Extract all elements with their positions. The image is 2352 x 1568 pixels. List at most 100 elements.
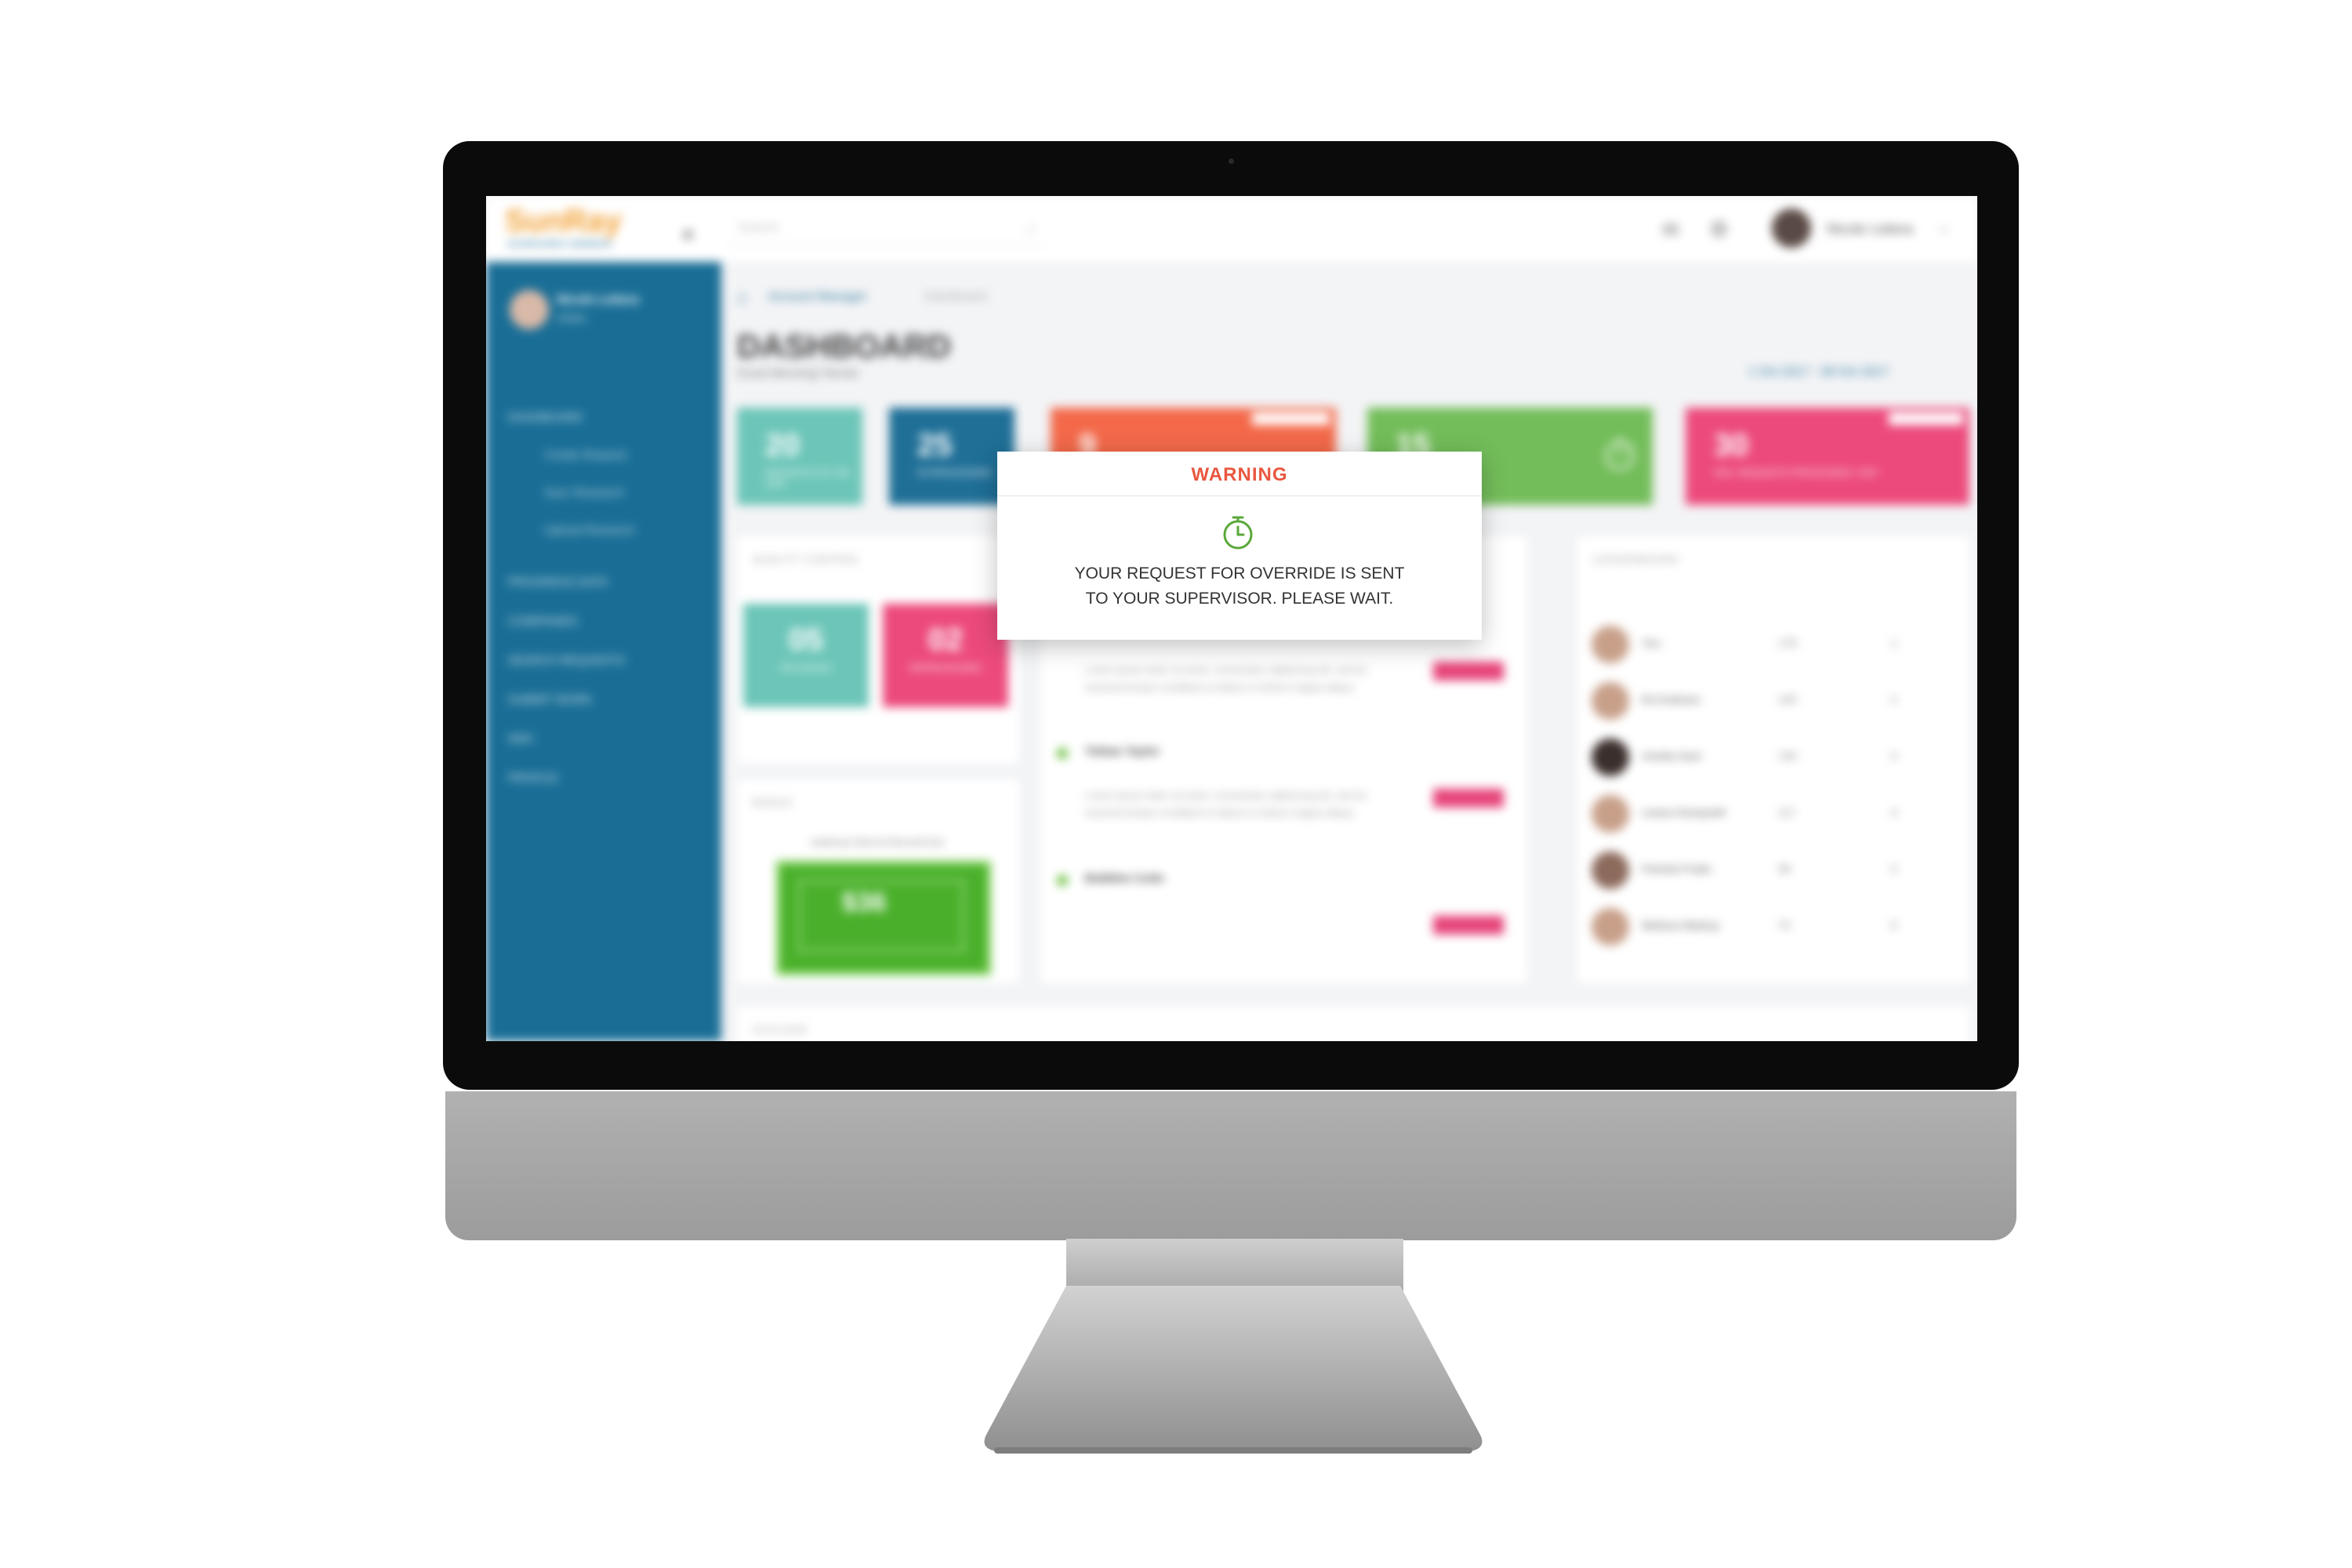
activity-dot — [1057, 875, 1068, 886]
leaderboard-name: Leesa Honeywell — [1642, 806, 1726, 818]
activity-name[interactable]: Tobias Taylor — [1085, 745, 1160, 758]
avatar — [1592, 851, 1629, 889]
breadcrumb-item: Dashboard — [925, 290, 987, 303]
avatar — [1592, 795, 1629, 833]
panel-title: BONUS — [753, 797, 793, 808]
stat-card[interactable]: 20 REQUESTS IN THE QUE — [737, 408, 862, 505]
activity-text: Lorem ipsum dolor sit amet, consectetur … — [1085, 789, 1367, 818]
sidebar-user-name: Nicole Leitera — [557, 293, 639, 307]
stopwatch-icon — [1223, 516, 1253, 550]
chevron-down-icon[interactable]: ⌄ — [1936, 216, 1951, 237]
sidebar-item-submit-work[interactable]: SUBMIT WORK — [508, 693, 592, 706]
qc-card[interactable]: 02 REPROCESSED — [883, 604, 1008, 707]
panel-title: QUALITY CONTROL — [753, 554, 861, 565]
stat-label: REQUESTS IN THE QUE — [765, 467, 851, 489]
stat-value: 20 — [765, 428, 800, 463]
modal-header: WARNING — [997, 452, 1482, 496]
search-icon[interactable]: ⌕ — [1027, 218, 1036, 238]
qc-label: REPROCESSED — [909, 662, 982, 673]
leaderboard-rank: 2 — [1891, 693, 1897, 706]
qc-card[interactable]: 05 REVISIONS — [743, 604, 869, 707]
activity-dot — [1057, 748, 1068, 759]
stat-label: AVG. REQUESTS PROCESSED / DAY — [1714, 467, 1878, 478]
user-name[interactable]: Nicole Leitera — [1827, 221, 1913, 238]
leaderboard-row[interactable]: Ed Andrews 145 2 — [1577, 674, 1969, 729]
modal-message-line: TO YOUR SUPERVISOR. PLEASE WAIT. — [1085, 590, 1394, 608]
leaderboard-points: 98 — [1778, 862, 1791, 875]
sidebar-item-progress-data[interactable]: PROGRESS DATA — [508, 575, 608, 589]
avatar — [1592, 739, 1629, 776]
search-input[interactable]: Search ⌕ — [729, 212, 1043, 246]
stat-tag: OUTSTANDING — [1888, 412, 1963, 425]
sidebar-item-wiki[interactable]: WIKI — [508, 732, 534, 746]
quality-control-panel: QUALITY CONTROL 05 REVISIONS 02 REPROCES… — [737, 536, 1019, 764]
leaderboard-name: Pamela Prado — [1642, 862, 1711, 875]
app-logo-tagline: construction solutions — [506, 237, 612, 249]
stat-card[interactable]: 25 IN PROCESSING — [889, 408, 1014, 505]
screen: SunRay construction solutions ≡ Search ⌕… — [486, 196, 1977, 1041]
sidebar-item-profile[interactable]: PROFILE — [508, 771, 558, 785]
sidebar-user-status: Online — [557, 312, 586, 324]
greeting-text: Good Morning! Nicole — [737, 367, 858, 380]
leaderboard-row[interactable]: Melissa Madrup 70 6 — [1577, 900, 1969, 955]
menu-toggle-icon[interactable]: ≡ — [682, 223, 694, 247]
qc-value: 02 — [927, 622, 964, 657]
modal-message-line: YOUR REQUEST FOR OVERRIDE IS SENT — [1074, 564, 1405, 583]
leaderboard-row[interactable]: Leesa Honeywell 117 4 — [1577, 787, 1969, 842]
activity-badge[interactable] — [1433, 916, 1504, 935]
panel-title: OUTLOOK — [753, 1024, 808, 1036]
stat-label: IN PROCESSING — [917, 467, 993, 478]
leaderboard-points: 117 — [1778, 806, 1796, 818]
bonus-panel: BONUS EARN $1 PER EXTRA NOTICE $36 — [737, 779, 1019, 983]
sidebar-item-dashboard[interactable]: DASHBOARD — [508, 411, 583, 424]
stopwatch-icon: ⏱ — [1602, 430, 1637, 480]
leaderboard-rank: 1 — [1891, 637, 1897, 649]
mail-icon[interactable]: ✉ — [1662, 218, 1679, 242]
activity-badge[interactable] — [1433, 662, 1504, 681]
warning-modal: WARNING YOUR REQUEST FOR OVERRIDE IS SEN… — [997, 452, 1482, 640]
leaderboard-panel: LEADERBOARD You 178 1 Ed Andrews 145 2 A… — [1577, 536, 1969, 983]
modal-title: WARNING — [1191, 464, 1288, 485]
breadcrumb-item[interactable]: Account Manager — [768, 290, 866, 304]
sidebar-item-create-request[interactable]: Create Request — [544, 448, 626, 462]
leaderboard-points: 130 — [1778, 750, 1797, 762]
leaderboard-row[interactable]: You 178 1 — [1577, 618, 1969, 673]
sidebar-item-sync-research[interactable]: Sync Research — [544, 486, 624, 499]
qc-label: REVISIONS — [780, 662, 832, 673]
monitor-stand — [984, 1286, 1483, 1454]
home-icon[interactable]: ⌂ — [737, 287, 747, 307]
activity-name[interactable]: Bubbles Cutie — [1085, 872, 1164, 885]
leaderboard-row[interactable]: Pamela Prado 98 5 — [1577, 844, 1969, 898]
avatar[interactable] — [1772, 209, 1811, 248]
camera-dot — [1229, 158, 1234, 164]
avatar — [1592, 908, 1629, 946]
outlook-panel: OUTLOOK — [737, 1007, 1969, 1041]
avatar — [1592, 626, 1629, 663]
bonus-caption: EARN $1 PER EXTRA NOTICE — [811, 837, 945, 848]
leaderboard-name: You — [1642, 637, 1661, 649]
leaderboard-points: 145 — [1778, 693, 1797, 706]
leaderboard-name: Melissa Madrup — [1642, 919, 1719, 931]
gear-icon[interactable]: ⚙ — [1709, 216, 1729, 242]
page-title: DASHBOARD — [737, 328, 951, 365]
sidebar-avatar — [510, 290, 549, 329]
stat-value: 25 — [917, 428, 953, 463]
date-range-picker[interactable]: 1 Oct 2017 - 08 Oct 2017 — [1748, 365, 1889, 379]
leaderboard-rank: 5 — [1891, 862, 1897, 875]
leaderboard-rank: 4 — [1891, 806, 1897, 818]
leaderboard-points: 178 — [1778, 637, 1797, 649]
bonus-amount: $36 — [841, 887, 887, 917]
activity-text: Lorem ipsum dolor sit amet, consectetur … — [1085, 664, 1367, 693]
app-logo[interactable]: SunRay — [505, 204, 622, 239]
top-bar: SunRay construction solutions ≡ Search ⌕… — [486, 196, 1977, 262]
leaderboard-name: Ed Andrews — [1642, 693, 1700, 706]
activity-badge[interactable] — [1433, 789, 1504, 808]
sidebar-item-companies[interactable]: COMPANIES — [508, 615, 578, 628]
leaderboard-name: Amelia Gani — [1642, 750, 1702, 762]
stat-card[interactable]: 30 AVG. REQUESTS PROCESSED / DAY OUTSTAN… — [1686, 408, 1969, 505]
search-placeholder: Search — [739, 221, 779, 234]
sidebar-item-search-requests[interactable]: SEARCH REQUESTS — [508, 654, 625, 667]
leaderboard-row[interactable]: Amelia Gani 130 3 — [1577, 731, 1969, 786]
sidebar-item-upload-research[interactable]: Upload Research — [544, 524, 635, 537]
leaderboard-rank: 3 — [1891, 750, 1897, 762]
